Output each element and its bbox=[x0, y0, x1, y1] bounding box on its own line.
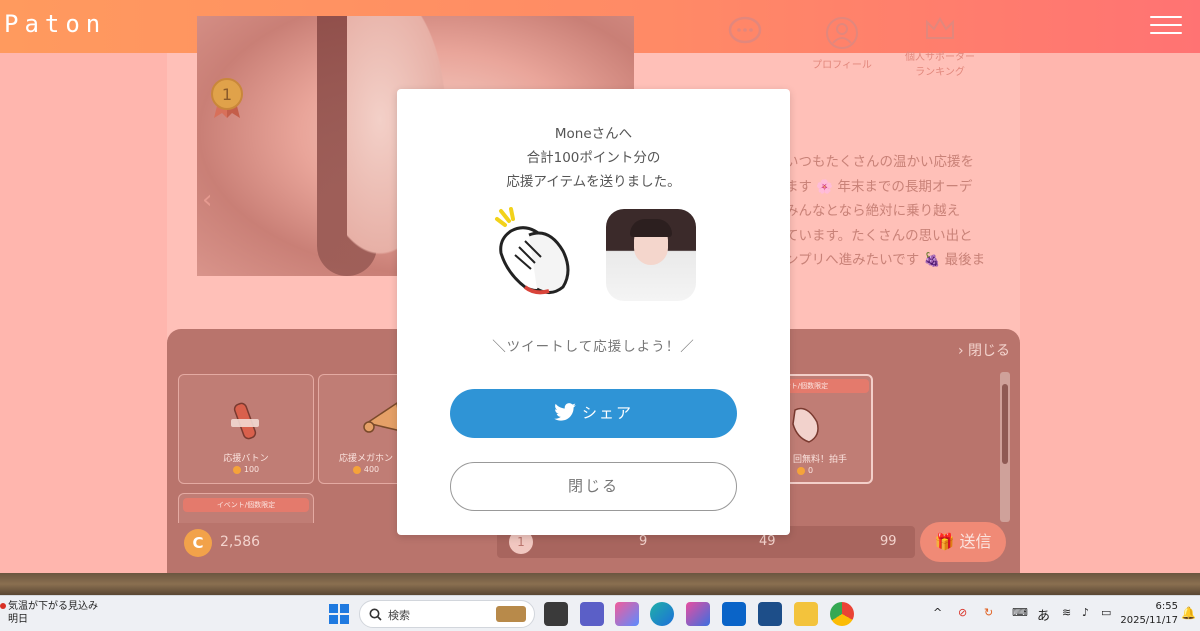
quantity-option[interactable]: 9 bbox=[639, 534, 647, 549]
teams-icon[interactable] bbox=[580, 602, 604, 626]
coin-icon bbox=[352, 465, 361, 474]
windows-start-icon[interactable] bbox=[327, 602, 351, 626]
profile-line: ンプリへ進みたいです 🍇 最後ま bbox=[785, 252, 986, 268]
twitter-bird-icon bbox=[554, 403, 576, 421]
coin-icon: C bbox=[184, 529, 212, 557]
volume-icon[interactable]: ♪ bbox=[1082, 606, 1089, 619]
app-logo[interactable]: Paton bbox=[4, 10, 106, 38]
clap-icon bbox=[792, 407, 819, 443]
notification-icon[interactable]: 🔔 bbox=[1181, 606, 1196, 620]
profile-line: いつもたくさんの温かい応援を bbox=[785, 154, 974, 170]
file-explorer-icon[interactable] bbox=[794, 602, 818, 626]
store-icon[interactable] bbox=[758, 602, 782, 626]
idol-avatar bbox=[606, 209, 696, 301]
battery-icon[interactable]: ▭ bbox=[1101, 606, 1111, 619]
coin-icon bbox=[796, 466, 805, 475]
svg-text:1: 1 bbox=[222, 85, 232, 104]
tray-chevron-icon[interactable]: ^ bbox=[933, 606, 942, 619]
send-button[interactable]: 🎁 送信 bbox=[920, 522, 1006, 562]
quantity-option[interactable]: 49 bbox=[759, 534, 776, 549]
tab-profile[interactable]: プロフィール bbox=[804, 16, 880, 71]
dialog-close-button[interactable]: 閉じる bbox=[450, 462, 737, 511]
gift-item-baton[interactable]: 応援バトン 100 bbox=[178, 374, 314, 484]
gift-sent-dialog: Moneさんへ 合計100ポイント分の 応援アイテムを送りました。 ＼ツイートし… bbox=[397, 89, 790, 535]
clapping-hands-icon bbox=[495, 207, 570, 295]
crown-icon bbox=[926, 17, 954, 39]
taskbar: 気温が下がる見込み 明日 検索 ^ ⊘ ↻ ⌨ あ ≋ ♪ ▭ 6:55 202… bbox=[0, 595, 1200, 631]
dialog-message: Moneさんへ 合計100ポイント分の 応援アイテムを送りました。 bbox=[397, 122, 790, 194]
message-line: 合計100ポイント分の bbox=[526, 150, 661, 166]
prev-photo-icon[interactable]: ‹ bbox=[202, 185, 212, 215]
baton-icon bbox=[231, 402, 259, 440]
profile-tabs: プロフィール 個人サポーター ランキング bbox=[700, 16, 1000, 86]
copilot-icon[interactable] bbox=[615, 602, 639, 626]
gift-list-scrollbar[interactable] bbox=[1000, 372, 1010, 522]
chat-icon bbox=[728, 16, 762, 44]
chevron-right-icon: › bbox=[957, 343, 964, 359]
chrome-icon[interactable] bbox=[830, 602, 854, 626]
gift-item-event[interactable]: イベント/個数限定 bbox=[178, 493, 314, 523]
task-view-icon[interactable] bbox=[544, 602, 568, 626]
quantity-option[interactable]: 99 bbox=[880, 534, 897, 549]
gift-item-name: 応援バトン bbox=[223, 454, 269, 464]
coin-icon bbox=[232, 465, 241, 474]
menu-icon[interactable] bbox=[1150, 16, 1182, 36]
weather-alert-icon bbox=[0, 603, 6, 609]
profile-line: ます 🌸 年末までの長期オーデ bbox=[785, 178, 973, 195]
panel-close-button[interactable]: › 閉じる bbox=[958, 340, 1010, 360]
message-line: 応援アイテムを送りました。 bbox=[506, 174, 681, 190]
profile-line: みんなとなら絶対に乗り越え bbox=[785, 203, 961, 219]
sync-icon[interactable]: ↻ bbox=[984, 606, 993, 619]
coin-count: 2,586 bbox=[220, 534, 261, 550]
keyboard-icon[interactable]: ⌨ bbox=[1012, 606, 1028, 619]
taskbar-search[interactable]: 検索 bbox=[359, 600, 535, 628]
profile-message: いつもたくさんの温かい応援を ます 🌸 年末までの長期オーデ みんなとなら絶対に… bbox=[785, 150, 1005, 273]
system-clock[interactable]: 6:55 2025/11/17 bbox=[1120, 600, 1178, 628]
ime-indicator[interactable]: あ bbox=[1037, 605, 1050, 624]
tab-ranking[interactable]: 個人サポーター ランキング bbox=[898, 16, 982, 78]
search-highlight-icon bbox=[496, 606, 526, 622]
message-line: Moneさんへ bbox=[554, 126, 633, 142]
event-limited-tag: イベント/個数限定 bbox=[183, 498, 309, 512]
gift-icon: 🎁 bbox=[934, 532, 955, 551]
profile-line: ています。たくさんの思い出と bbox=[785, 227, 973, 244]
share-button[interactable]: シェア bbox=[450, 389, 737, 438]
m365-icon[interactable] bbox=[686, 602, 710, 626]
weather-widget[interactable]: 気温が下がる見込み 明日 bbox=[0, 600, 98, 626]
desktop-wallpaper bbox=[0, 573, 1200, 595]
rank-medal-icon: 1 bbox=[211, 78, 243, 118]
tweet-prompt: ＼ツイートして応援しよう！／ bbox=[492, 339, 695, 355]
tab-profile-label: プロフィール bbox=[812, 60, 872, 71]
wifi-icon[interactable]: ≋ bbox=[1062, 606, 1071, 619]
tab-chat[interactable] bbox=[725, 16, 765, 52]
search-icon bbox=[369, 608, 382, 621]
edge-icon[interactable] bbox=[650, 602, 674, 626]
outlook-icon[interactable] bbox=[722, 602, 746, 626]
user-icon bbox=[826, 17, 858, 49]
tab-ranking-label: 個人サポーター ランキング bbox=[905, 52, 975, 78]
network-alert-icon[interactable]: ⊘ bbox=[958, 606, 967, 619]
gift-item-price: 100 bbox=[179, 465, 313, 474]
